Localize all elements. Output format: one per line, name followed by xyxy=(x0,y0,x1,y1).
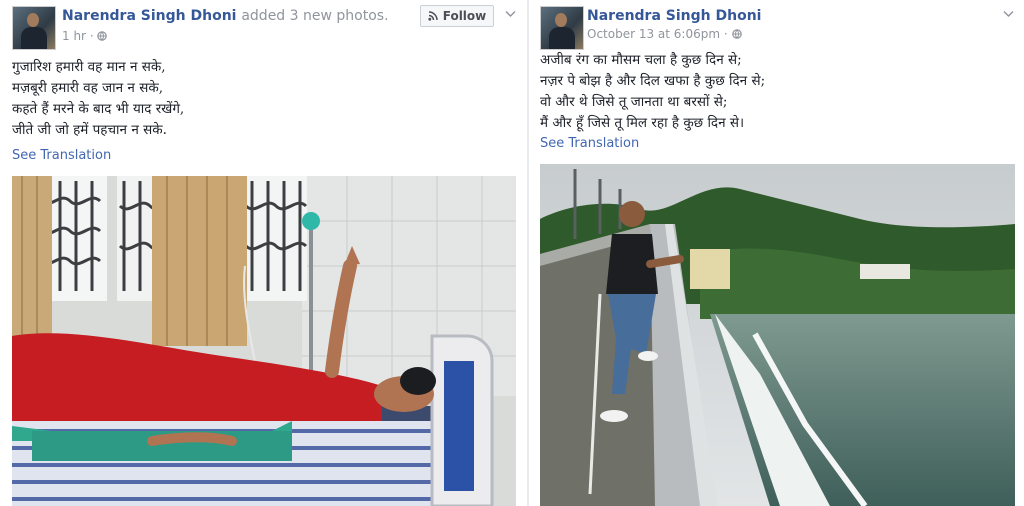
post-photo[interactable] xyxy=(12,176,516,506)
poem-line: अजीब रंग का मौसम चला है कुछ दिन से; xyxy=(540,52,742,68)
meta-separator: · xyxy=(723,27,728,41)
avatar[interactable] xyxy=(540,6,584,50)
follow-button[interactable]: Follow xyxy=(420,5,494,27)
timestamp-link[interactable]: 1 hr xyxy=(62,29,86,43)
globe-icon xyxy=(731,29,742,39)
timestamp-link[interactable]: October 13 at 6:06pm xyxy=(587,27,720,41)
post-photo[interactable] xyxy=(540,164,1015,506)
meta-separator: · xyxy=(89,29,94,43)
poem-line: वो और थे जिसे तू जानता था बरसों से; xyxy=(540,94,728,110)
globe-icon xyxy=(97,31,108,41)
post-header-title: Narendra Singh Dhoni added 3 new photos. xyxy=(62,8,389,24)
post-card-left: Narendra Singh Dhoni added 3 new photos.… xyxy=(0,0,527,506)
poem-line: कहते हैं मरने के बाद भी याद रखेंगे, xyxy=(12,101,185,117)
poem-line: मज़बूरी हमारी वह जान न सके, xyxy=(12,80,163,96)
follow-label: Follow xyxy=(442,9,487,23)
avatar[interactable] xyxy=(12,6,56,50)
see-translation-link[interactable]: See Translation xyxy=(540,136,639,151)
poem-line: गुजारिश हमारी वह मान न सके, xyxy=(12,59,166,75)
post-text: अजीब रंग का मौसम चला है कुछ दिन से; नज़र… xyxy=(540,50,765,134)
post-text: गुजारिश हमारी वह मान न सके, मज़बूरी हमार… xyxy=(12,57,184,141)
chevron-down-icon[interactable] xyxy=(1003,7,1014,21)
poem-line: नज़र पे बोझ है और दिल खफा है कुछ दिन से; xyxy=(540,73,766,89)
post-card-right: Narendra Singh Dhoni October 13 at 6:06p… xyxy=(529,0,1024,506)
bridge-photo xyxy=(540,164,1015,506)
hospital-photo xyxy=(12,176,516,506)
post-action-text: added 3 new photos. xyxy=(241,8,389,24)
post-meta: 1 hr · xyxy=(62,29,108,43)
post-meta: October 13 at 6:06pm · xyxy=(587,27,742,41)
chevron-down-icon[interactable] xyxy=(505,7,516,21)
rss-icon xyxy=(428,11,438,21)
see-translation-link[interactable]: See Translation xyxy=(12,148,111,163)
author-name[interactable]: Narendra Singh Dhoni xyxy=(62,8,236,24)
poem-line: जीते जी जो हमें पहचान न सके. xyxy=(12,122,167,138)
poem-line: मैं और हूँ जिसे तू मिल रहा है कुछ दिन से… xyxy=(540,115,745,131)
author-name[interactable]: Narendra Singh Dhoni xyxy=(587,8,761,24)
